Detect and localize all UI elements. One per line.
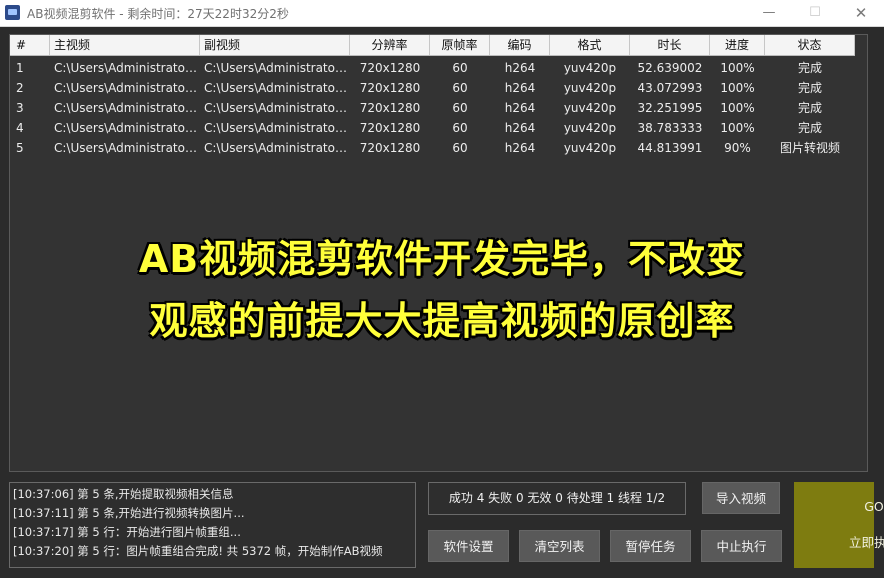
close-button[interactable]: ✕ [838,0,884,26]
cell-status: 完成 [797,61,822,75]
cell-duration: 43.072993 [637,81,703,95]
cell-sub-video: C:\Users\Administrator\Videos\b3.mp4 [204,101,350,115]
cell-sub-video: C:\Users\Administrator\Videos\b1.mp4 [204,61,350,75]
col-framerate[interactable]: 原帧率 [430,35,490,55]
cell-duration: 44.813991 [637,141,703,155]
cell-sub-video: C:\Users\Administrator\Videos\b4.mp4 [204,121,350,135]
table-row[interactable]: 5 C:\Users\Administrator\Videos\5.mp4 C:\U… [10,138,855,158]
table-row[interactable]: 2 C:\Users\Administrator\Videos\2.mp4 C:\U… [10,78,855,98]
cell-resolution: 720x1280 [359,121,421,135]
window-title: AB视频混剪软件 - 剩余时间：27天22时32分2秒 [27,7,289,21]
cell-main-video: C:\Users\Administrator\Videos\3.mp4 [54,101,200,115]
pause-task-button[interactable]: 暂停任务 [610,530,691,562]
settings-button[interactable]: 软件设置 [428,530,509,562]
cell-index: 2 [16,81,24,95]
status-summary: 成功 4 失败 0 无效 0 待处理 1 线程 1/2 [428,482,686,515]
cell-framerate: 60 [452,101,468,115]
col-index[interactable]: # [10,35,50,55]
clear-list-button[interactable]: 清空列表 [519,530,600,562]
stop-execution-button[interactable]: 中止执行 [701,530,782,562]
cell-format: yuv420p [563,101,617,115]
cell-status: 完成 [797,121,822,135]
log-line: [10:37:17] 第 5 行：开始进行图片帧重组... [13,525,241,539]
cell-format: yuv420p [563,121,617,135]
log-panel[interactable]: [10:37:06] 第 5 条,开始提取视频相关信息 [10:37:11] 第… [9,482,416,568]
cell-main-video: C:\Users\Administrator\Videos\5.mp4 [54,141,200,155]
go-label: GO [864,499,884,514]
cell-status: 完成 [797,81,822,95]
col-sub-video[interactable]: 副视频 [200,35,350,55]
table-row[interactable]: 4 C:\Users\Administrator\Videos\4.mp4 C:\U… [10,118,855,138]
cell-codec: h264 [504,121,536,135]
title-bar: AB视频混剪软件 - 剩余时间：27天22时32分2秒 — ☐ ✕ [0,0,884,27]
cell-resolution: 720x1280 [359,141,421,155]
col-format[interactable]: 格式 [550,35,630,55]
table-row[interactable]: 3 C:\Users\Administrator\Videos\3.mp4 C:\U… [10,98,855,118]
cell-progress: 90% [724,141,751,155]
cell-codec: h264 [504,81,536,95]
col-resolution[interactable]: 分辨率 [350,35,430,55]
col-main-video[interactable]: 主视频 [50,35,200,55]
go-sublabel: 立即执行 [848,535,884,550]
promo-caption-line2: 观感的前提大大提高视频的原创率 [149,299,735,343]
cell-framerate: 60 [452,81,468,95]
col-status[interactable]: 状态 [765,35,855,55]
cell-format: yuv420p [563,61,617,75]
cell-framerate: 60 [452,61,468,75]
promo-caption-line1: AB视频混剪软件开发完毕，不改变 [138,237,746,281]
cell-progress: 100% [720,81,755,95]
minimize-button[interactable]: — [746,0,792,26]
log-line: [10:37:20] 第 5 行：图片帧重组合完成! 共 5372 帧，开始制作… [13,544,383,558]
cell-progress: 100% [720,61,755,75]
cell-index: 3 [16,101,24,115]
cell-framerate: 60 [452,141,468,155]
cell-codec: h264 [504,61,536,75]
col-duration[interactable]: 时长 [630,35,710,55]
cell-resolution: 720x1280 [359,81,421,95]
table-header: # 主视频 副视频 分辨率 原帧率 编码 格式 时长 进度 状态 [10,35,855,56]
col-progress[interactable]: 进度 [710,35,765,55]
log-line: [10:37:11] 第 5 条,开始进行视频转换图片... [13,506,245,520]
cell-sub-video: C:\Users\Administrator\Videos\b2.mp4 [204,81,350,95]
cell-index: 4 [16,121,24,135]
maximize-button[interactable]: ☐ [792,0,838,26]
cell-codec: h264 [504,101,536,115]
cell-duration: 38.783333 [637,121,703,135]
cell-progress: 100% [720,121,755,135]
cell-main-video: C:\Users\Administrator\Videos\1.mp4 [54,61,200,75]
cell-sub-video: C:\Users\Administrator\Videos\b5.mp4 [204,141,350,155]
table-row[interactable]: 1 C:\Users\Administrator\Videos\1.mp4 C:\U… [10,58,855,78]
app-icon [5,5,20,20]
cell-status: 完成 [797,101,822,115]
cell-main-video: C:\Users\Administrator\Videos\2.mp4 [54,81,200,95]
import-video-button[interactable]: 导入视频 [702,482,780,514]
cell-framerate: 60 [452,121,468,135]
cell-format: yuv420p [563,81,617,95]
col-codec[interactable]: 编码 [490,35,550,55]
go-execute-button[interactable]: GO 立即执行 [794,482,884,568]
log-line: [10:37:06] 第 5 条,开始提取视频相关信息 [13,487,234,501]
cell-format: yuv420p [563,141,617,155]
cell-duration: 32.251995 [637,101,703,115]
cell-codec: h264 [504,141,536,155]
cell-index: 5 [16,141,24,155]
cell-resolution: 720x1280 [359,101,421,115]
cell-duration: 52.639002 [637,61,703,75]
cell-main-video: C:\Users\Administrator\Videos\4.mp4 [54,121,200,135]
cell-resolution: 720x1280 [359,61,421,75]
cell-progress: 100% [720,101,755,115]
cell-index: 1 [16,61,24,75]
cell-status: 图片转视频 [779,141,840,155]
